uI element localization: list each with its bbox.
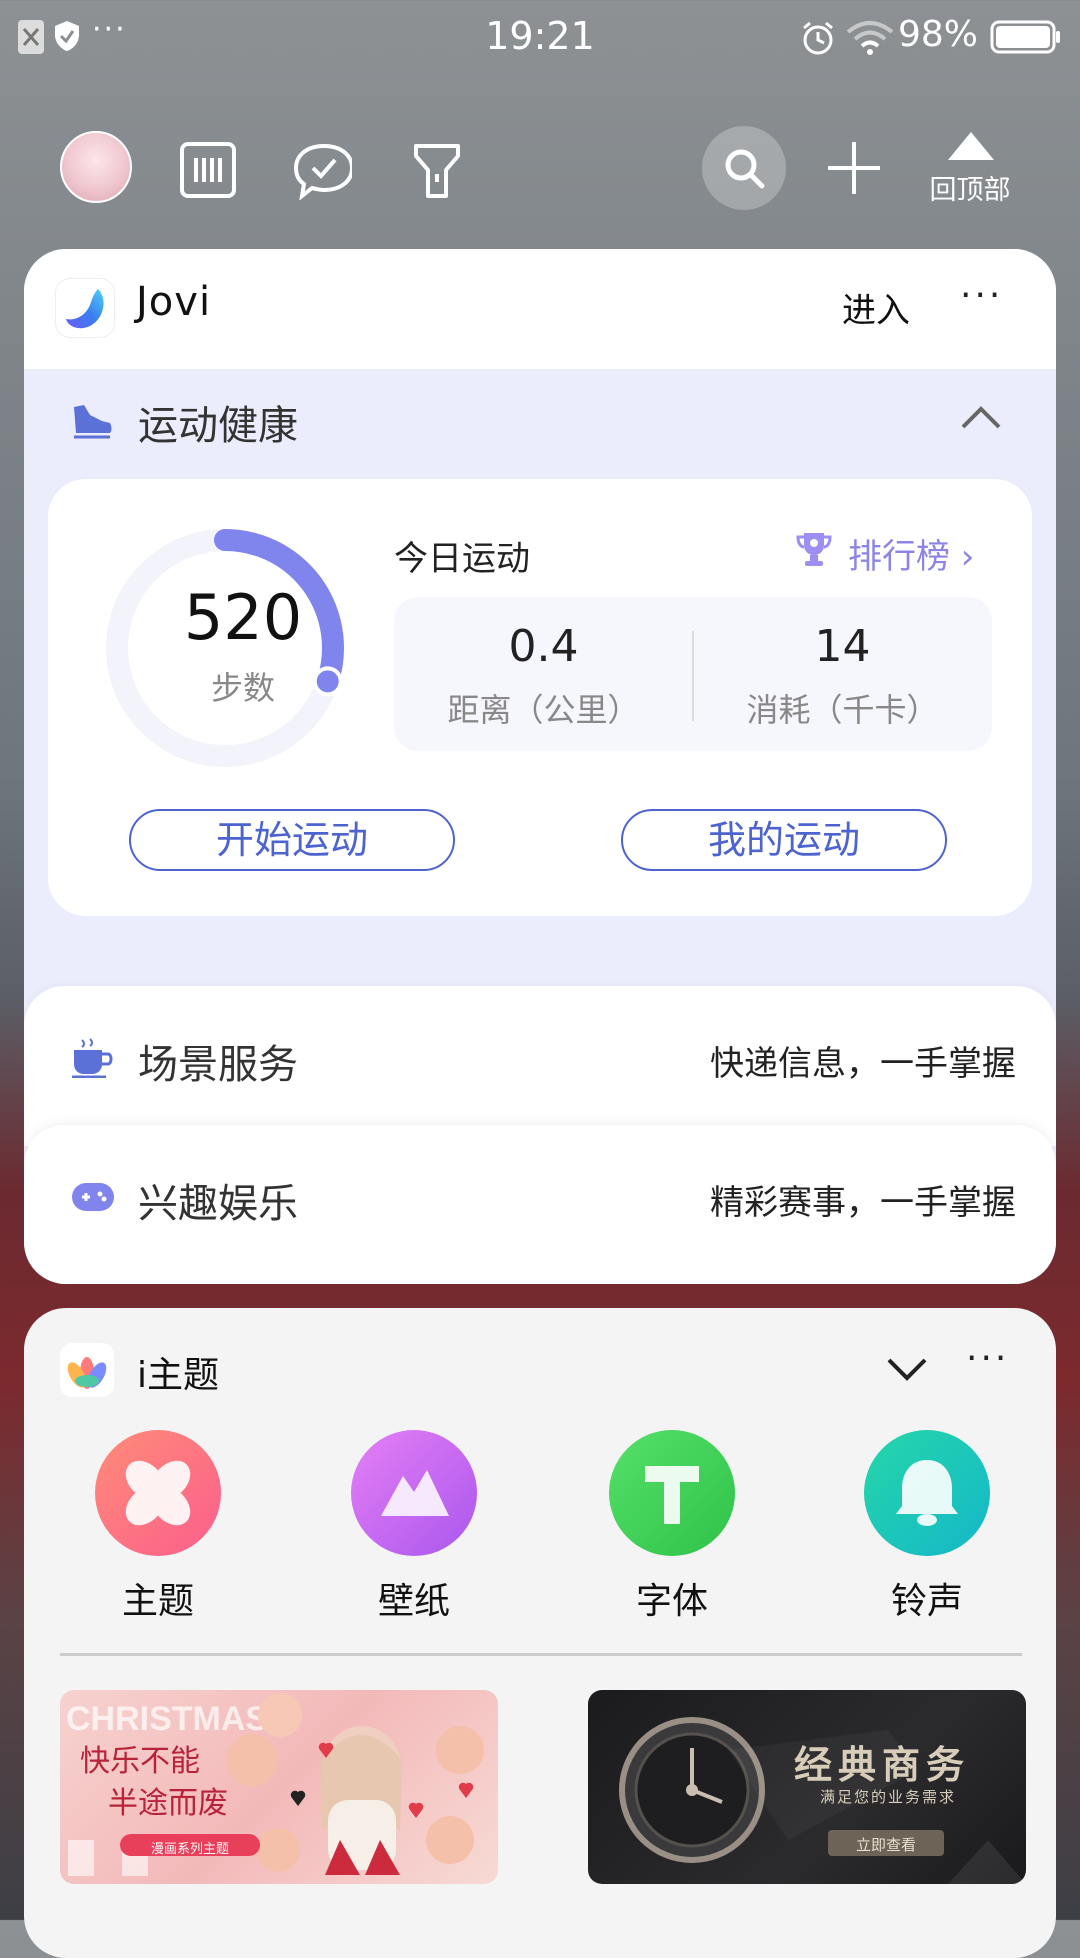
jovi-header: Jovi 进入 ··· bbox=[24, 249, 1056, 369]
flashlight-icon[interactable] bbox=[412, 140, 472, 200]
add-icon[interactable] bbox=[826, 140, 882, 196]
calories-label: 消耗（千卡） bbox=[746, 691, 939, 729]
banner-business-title: 经典商务 bbox=[794, 1743, 971, 1787]
svg-text:CHRISTMAS: CHRISTMAS bbox=[66, 1700, 268, 1738]
theme-label[interactable]: 主题 bbox=[58, 1572, 258, 1624]
ringtone-label[interactable]: 铃声 bbox=[827, 1572, 1027, 1624]
banner-happy-line2: 半途而废 bbox=[108, 1786, 228, 1821]
interest-entertainment-row[interactable]: 兴趣娱乐 精彩赛事，一手掌握 bbox=[24, 1125, 1056, 1284]
jovi-title: Jovi bbox=[136, 279, 212, 325]
ranking-link[interactable]: 排行榜 › bbox=[848, 529, 974, 578]
business-theme-banner[interactable]: 经典商务 满足您的业务需求 立即查看 bbox=[588, 1690, 1026, 1884]
back-to-top-label[interactable]: 回顶部 bbox=[920, 168, 1020, 207]
alarm-icon bbox=[803, 21, 833, 55]
scene-services-row[interactable]: 场景服务 快递信息，一手掌握 bbox=[24, 986, 1056, 1146]
steps-count: 520 bbox=[183, 581, 303, 654]
fitness-section-header[interactable]: 运动健康 bbox=[24, 369, 1056, 473]
font-icon[interactable] bbox=[609, 1430, 735, 1556]
itheme-title: i主题 bbox=[137, 1355, 220, 1396]
start-exercise-button[interactable]: 开始运动 bbox=[129, 809, 455, 871]
my-exercise-button[interactable]: 我的运动 bbox=[621, 809, 947, 871]
distance-value: 0.4 bbox=[508, 621, 579, 672]
status-bar: ··· 19:21 98% bbox=[0, 0, 1080, 80]
banner-business-subtitle: 满足您的业务需求 bbox=[820, 1788, 957, 1806]
interest-entertainment-desc: 精彩赛事，一手掌握 bbox=[710, 1183, 1016, 1223]
chat-check-icon[interactable] bbox=[292, 140, 352, 200]
jovi-more-button[interactable]: ··· bbox=[960, 275, 1003, 316]
today-exercise-label: 今日运动 bbox=[394, 539, 530, 579]
fitness-section-label: 运动健康 bbox=[138, 403, 298, 449]
distance-label: 距离（公里） bbox=[447, 691, 640, 729]
scene-services-desc: 快递信息，一手掌握 bbox=[710, 1044, 1016, 1084]
theme-icon[interactable] bbox=[95, 1430, 221, 1556]
search-button[interactable] bbox=[702, 126, 786, 210]
collapse-chevron-icon[interactable] bbox=[960, 405, 1002, 431]
battery-icon bbox=[990, 20, 1060, 54]
sneaker-icon bbox=[74, 405, 112, 439]
expand-chevron-icon[interactable] bbox=[886, 1356, 928, 1382]
back-to-top-icon[interactable] bbox=[946, 130, 996, 162]
coffee-cup-icon bbox=[72, 1038, 113, 1078]
ringtone-icon[interactable] bbox=[864, 1430, 990, 1556]
itheme-card: i主题 ··· 主题 壁纸 字体 铃声 CHRISTMAS 快乐不能 半途而废 … bbox=[24, 1308, 1056, 1958]
today-stats: 0.4 距离（公里） 14 消耗（千卡） bbox=[394, 597, 992, 751]
banner-view-now-button[interactable]: 立即查看 bbox=[828, 1834, 944, 1855]
sport-summary-card: 520 步数 今日运动 排行榜 › 0.4 距离（公里） 14 消耗（千卡） 开… bbox=[48, 479, 1032, 916]
banner-comic-tag: 漫画系列主题 bbox=[150, 1842, 229, 1857]
itheme-divider bbox=[60, 1653, 1022, 1656]
christmas-theme-banner[interactable]: CHRISTMAS 快乐不能 半途而废 漫画系列主题 bbox=[60, 1690, 498, 1884]
gamepad-icon bbox=[72, 1183, 114, 1211]
barcode-scan-icon[interactable] bbox=[178, 140, 238, 200]
jovi-card: Jovi 进入 ··· 运动健康 520 步数 今日运动 排行榜 › 0.4 距… bbox=[24, 249, 1056, 1284]
wallpaper-label[interactable]: 壁纸 bbox=[314, 1572, 514, 1624]
search-icon bbox=[725, 149, 765, 189]
calories-value: 14 bbox=[814, 621, 871, 672]
avatar[interactable] bbox=[60, 131, 132, 203]
wallpaper-icon[interactable] bbox=[351, 1430, 477, 1556]
banner-happy-line1: 快乐不能 bbox=[80, 1744, 200, 1779]
itheme-more-button[interactable]: ··· bbox=[966, 1338, 1009, 1379]
interest-entertainment-label: 兴趣娱乐 bbox=[138, 1181, 298, 1227]
itheme-logo-icon bbox=[60, 1343, 114, 1397]
wifi-icon bbox=[846, 21, 894, 55]
steps-label: 步数 bbox=[210, 669, 275, 707]
jovi-enter-button[interactable]: 进入 bbox=[842, 283, 910, 332]
trophy-icon[interactable] bbox=[794, 529, 834, 569]
scene-services-label: 场景服务 bbox=[138, 1042, 298, 1088]
battery-percentage: 98% bbox=[897, 14, 978, 55]
jovi-logo-icon bbox=[56, 279, 114, 337]
font-label[interactable]: 字体 bbox=[572, 1572, 772, 1624]
